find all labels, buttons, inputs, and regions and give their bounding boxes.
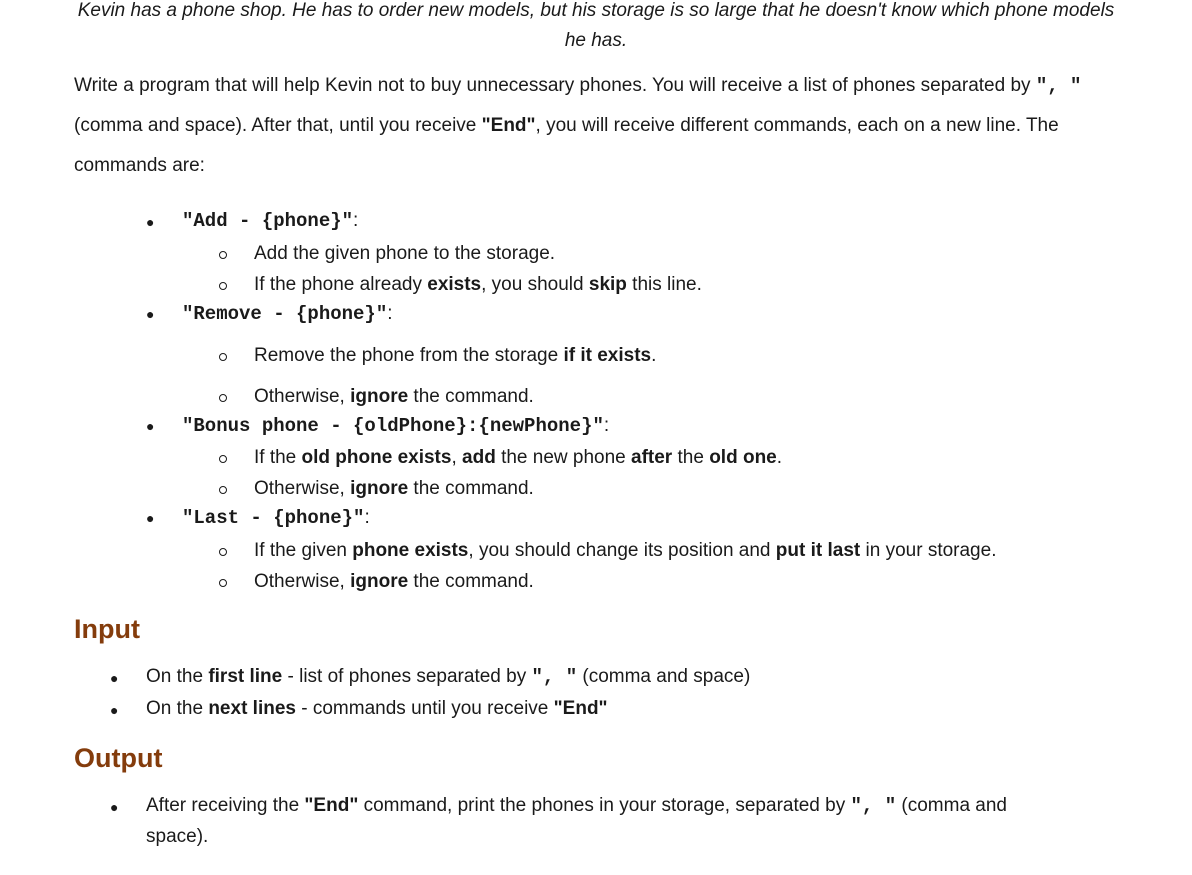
description-paragraph: Write a program that will help Kevin not…: [74, 66, 1124, 186]
text: (comma and: [896, 795, 1007, 816]
input-item-1: On the first line - list of phones separ…: [146, 666, 750, 688]
command-last: "Last - {phone}":: [182, 507, 370, 529]
circle-bullet-icon: [219, 282, 227, 290]
text: On the: [146, 698, 209, 719]
bullet-icon: ●: [146, 510, 155, 526]
text: the: [672, 447, 710, 468]
text: .: [651, 345, 657, 366]
text: , you should: [481, 274, 589, 295]
bold-text: skip: [588, 274, 627, 295]
text: this line.: [626, 274, 702, 295]
text: , you should change its position and: [468, 540, 776, 561]
bold-text: first line: [208, 666, 283, 687]
output-item-line-2: space).: [146, 826, 209, 847]
text: ,: [451, 447, 463, 468]
bold-text: ignore: [350, 478, 409, 499]
command-remove: "Remove - {phone}":: [182, 303, 393, 325]
text: Otherwise,: [254, 571, 351, 592]
bold-text: if it exists: [563, 345, 652, 366]
bullet-icon: ●: [110, 670, 119, 686]
text: Add the given phone to the storage.: [254, 243, 556, 264]
text: Otherwise,: [254, 478, 351, 499]
command-bonus-sub-2: Otherwise, ignore the command.: [254, 478, 534, 500]
circle-bullet-icon: [219, 394, 227, 402]
command-add: "Add - {phone}":: [182, 210, 358, 232]
bullet-icon: ●: [110, 702, 119, 718]
bold-text: add: [462, 447, 496, 468]
text: If the: [254, 447, 302, 468]
bold-text: put it last: [775, 540, 861, 561]
circle-bullet-icon: [219, 455, 227, 463]
bold-text: old one: [709, 447, 777, 468]
document-page: Kevin has a phone shop. He has to order …: [0, 0, 1192, 875]
colon: :: [353, 210, 359, 231]
text: If the phone already: [254, 274, 428, 295]
output-heading: Output: [74, 743, 163, 773]
bold-text: phone exists: [352, 540, 469, 561]
colon: :: [603, 415, 610, 436]
text: Remove the phone from the storage: [254, 345, 564, 366]
command-last-sub-1: If the given phone exists, you should ch…: [254, 540, 996, 562]
bold-text: "End": [304, 795, 359, 816]
circle-bullet-icon: [219, 579, 227, 587]
circle-bullet-icon: [219, 251, 227, 259]
text: On the: [146, 666, 209, 687]
input-heading: Input: [74, 614, 140, 644]
command-add-sub-2: If the phone already exists, you should …: [254, 274, 702, 296]
output-item-line-1: After receiving the "End" command, print…: [146, 795, 1007, 817]
bold-text: ", ": [531, 666, 578, 688]
command-bonus-phone: "Bonus phone - {oldPhone}:{newPhone}":: [182, 415, 609, 437]
intro-paragraph: Kevin has a phone shop. He has to order …: [77, 0, 1115, 51]
bullet-icon: ●: [146, 214, 155, 230]
circle-bullet-icon: [219, 353, 227, 361]
command-remove-sub-2: Otherwise, ignore the command.: [254, 386, 534, 408]
bold-text: ", ": [850, 795, 897, 817]
separator-literal: ", ": [1035, 75, 1082, 97]
text: in your storage.: [860, 540, 997, 561]
bullet-icon: ●: [110, 799, 119, 815]
text: If the given: [254, 540, 353, 561]
text: the command.: [408, 386, 534, 407]
para-text-1: Write a program that will help Kevin not…: [74, 75, 1036, 96]
bold-text: old phone exists: [301, 447, 452, 468]
command-last-sub-2: Otherwise, ignore the command.: [254, 571, 534, 593]
bold-text: ignore: [350, 386, 409, 407]
text: (comma and space): [577, 666, 751, 687]
text: the new phone: [495, 447, 632, 468]
command-remove-sub-1: Remove the phone from the storage if it …: [254, 345, 656, 367]
colon: :: [387, 303, 393, 324]
text: the command.: [408, 571, 534, 592]
text: - commands until you receive: [295, 698, 554, 719]
bold-text: "End": [553, 698, 608, 719]
text: After receiving the: [146, 795, 305, 816]
command-syntax: "Add - {phone}": [182, 210, 354, 232]
text: command, print the phones in your storag…: [358, 795, 851, 816]
command-syntax: "Remove - {phone}": [182, 303, 388, 325]
bold-text: after: [631, 447, 673, 468]
command-bonus-sub-1: If the old phone exists, add the new pho…: [254, 447, 782, 469]
input-item-2: On the next lines - commands until you r…: [146, 698, 608, 720]
para-text-2: (comma and space). After that, until you…: [74, 115, 482, 136]
command-syntax: "Bonus phone - {oldPhone}:{newPhone}": [182, 415, 604, 437]
circle-bullet-icon: [219, 548, 227, 556]
command-syntax: "Last - {phone}": [182, 507, 365, 529]
end-literal: "End": [481, 115, 536, 136]
circle-bullet-icon: [219, 486, 227, 494]
bold-text: ignore: [350, 571, 409, 592]
text: Otherwise,: [254, 386, 351, 407]
text: .: [776, 447, 783, 468]
text: - list of phones separated by: [282, 666, 532, 687]
command-add-sub-1: Add the given phone to the storage.: [254, 243, 555, 265]
bold-text: exists: [427, 274, 482, 295]
colon: :: [364, 507, 370, 528]
bold-text: next lines: [208, 698, 296, 719]
bullet-icon: ●: [146, 306, 155, 322]
bullet-icon: ●: [146, 418, 155, 434]
text: the command.: [408, 478, 534, 499]
